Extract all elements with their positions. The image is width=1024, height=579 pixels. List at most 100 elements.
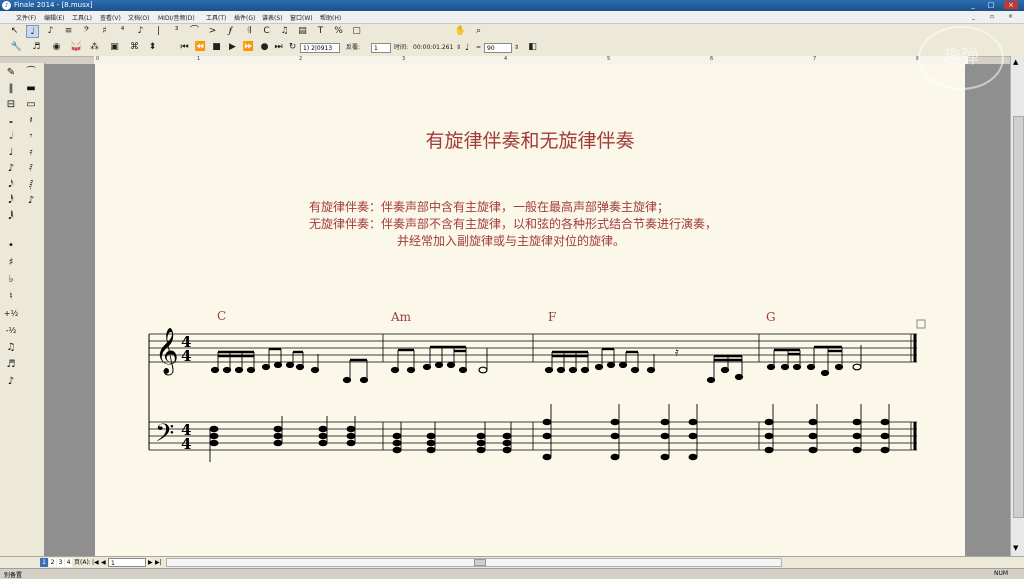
key-signature-tool-icon[interactable]: ♯ bbox=[98, 25, 111, 38]
clef-tool-icon[interactable]: 𝄢 bbox=[80, 25, 93, 38]
menu-help[interactable]: 帮助(H) bbox=[320, 13, 341, 22]
page-layout-tool-icon[interactable]: ▢ bbox=[350, 25, 363, 38]
menu-document[interactable]: 文档(O) bbox=[128, 13, 149, 22]
tempo-spinner-icon[interactable]: ⇕ bbox=[456, 43, 461, 53]
sixteenth-note-icon[interactable]: 𝅘𝅥𝅯 bbox=[2, 177, 20, 192]
mdi-restore-button[interactable]: ▫ bbox=[990, 13, 994, 20]
page-tab-2[interactable]: 2 bbox=[49, 558, 56, 567]
resize-tool-icon[interactable]: % bbox=[332, 25, 345, 38]
score-canvas[interactable]: 有旋律伴奏和无旋律伴奏 有旋律伴奏：伴奏声部中含有主旋律，一般在最高声部弹奏主旋… bbox=[44, 64, 1010, 556]
maximize-button[interactable]: □ bbox=[984, 1, 998, 9]
half-note-icon[interactable]: 𝅗𝅥 bbox=[2, 129, 20, 144]
tie-notes-icon[interactable]: ♫ bbox=[2, 340, 20, 355]
page-tab-4[interactable]: 4 bbox=[65, 558, 72, 567]
mdi-minimize-button[interactable]: _ bbox=[972, 13, 975, 20]
measure-counter-field[interactable]: 1) 2|0913 bbox=[300, 43, 340, 53]
menu-plugins[interactable]: 插件(G) bbox=[234, 13, 255, 22]
text-tool-icon[interactable]: T bbox=[314, 25, 327, 38]
close-button[interactable]: × bbox=[1004, 1, 1018, 9]
thirty-second-note-icon[interactable]: 𝅘𝅥𝅰 bbox=[2, 193, 20, 208]
stop-icon[interactable]: ■ bbox=[210, 41, 223, 54]
thirty-second-rest-icon[interactable]: 𝅀 bbox=[22, 161, 40, 176]
tuplet-tool-icon[interactable]: ³ bbox=[170, 25, 183, 38]
sharp-icon[interactable]: ♯ bbox=[2, 255, 20, 270]
menu-window[interactable]: 窗口(W) bbox=[290, 13, 313, 22]
selection-tool-icon[interactable]: ↖ bbox=[8, 25, 21, 38]
articulation-tool-icon[interactable]: > bbox=[206, 25, 219, 38]
rewind-start-icon[interactable]: ⏮ bbox=[178, 41, 191, 54]
minimize-button[interactable]: _ bbox=[966, 1, 980, 9]
eraser-icon[interactable]: ✎ bbox=[2, 65, 20, 80]
next-page-icon[interactable]: ▶ bbox=[148, 558, 153, 567]
score-notation[interactable]: 𝄞 𝄢 4 4 4 4 𝄿 bbox=[95, 64, 965, 556]
melody-measure-2[interactable] bbox=[390, 345, 488, 374]
repeat-tool-icon[interactable]: 𝄇 bbox=[242, 25, 255, 38]
lyrics-tool-icon[interactable]: ♫ bbox=[278, 25, 291, 38]
eighth-note-icon[interactable]: ♪ bbox=[2, 161, 20, 176]
record-icon[interactable]: ● bbox=[258, 41, 271, 54]
note-tool-icon[interactable]: ♪ bbox=[134, 25, 147, 38]
staff-tool-icon[interactable]: ≡ bbox=[62, 25, 75, 38]
menu-file[interactable]: 文件(F) bbox=[16, 13, 36, 22]
mixer-icon[interactable]: ◉ bbox=[50, 41, 63, 54]
graphics-tool-icon[interactable]: ▤ bbox=[296, 25, 309, 38]
menu-view[interactable]: 查看(V) bbox=[100, 13, 121, 22]
double-whole-note-icon[interactable]: ‖ bbox=[2, 81, 20, 96]
play-icon[interactable]: ▶ bbox=[226, 41, 239, 54]
time-signature-tool-icon[interactable]: ⁴ bbox=[116, 25, 129, 38]
score-page[interactable]: 有旋律伴奏和无旋律伴奏 有旋律伴奏：伴奏声部中含有主旋律，一般在最高声部弹奏主旋… bbox=[95, 64, 965, 556]
midi-tool-icon[interactable]: ⬍ bbox=[146, 41, 159, 54]
scroll-thumb[interactable] bbox=[1013, 116, 1024, 518]
breve-icon[interactable]: ⊟ bbox=[2, 97, 20, 112]
hand-grabber-icon[interactable]: ✋ bbox=[454, 25, 467, 38]
sixteenth-rest-icon[interactable]: 𝄿 bbox=[22, 145, 40, 160]
whole-rest-icon[interactable]: ▬ bbox=[22, 81, 40, 96]
page-number-field[interactable]: 1 bbox=[108, 558, 146, 567]
grace-note-icon[interactable]: ♪ bbox=[22, 193, 40, 208]
menu-edit[interactable]: 编辑(E) bbox=[44, 13, 64, 22]
menu-utilities[interactable]: 工具(L) bbox=[72, 13, 92, 22]
fast-forward-icon[interactable]: ⏩ bbox=[242, 41, 255, 54]
quarter-rest-icon[interactable]: 𝄽 bbox=[22, 113, 40, 128]
vertical-scrollbar[interactable]: ▲ ▼ bbox=[1010, 56, 1024, 556]
tie-icon[interactable]: ⁀ bbox=[22, 65, 40, 80]
tempo-stepper-icon[interactable]: ⇕ bbox=[514, 43, 519, 53]
quarter-note-icon[interactable]: ♩ bbox=[2, 145, 20, 160]
sixty-fourth-rest-icon[interactable]: 𝅁 bbox=[22, 177, 40, 192]
accompaniment-chords[interactable] bbox=[209, 404, 890, 462]
flat-icon[interactable]: ♭ bbox=[2, 272, 20, 287]
half-rest-icon[interactable]: ▭ bbox=[22, 97, 40, 112]
sixty-fourth-note-icon[interactable]: 𝅘𝅥𝅱 bbox=[2, 209, 20, 224]
mirror-tool-icon[interactable]: ▣ bbox=[108, 41, 121, 54]
playback-settings-icon[interactable]: ◧ bbox=[526, 41, 539, 54]
ossia-tool-icon[interactable]: ⌘ bbox=[128, 41, 141, 54]
half-step-up-icon[interactable]: +½ bbox=[2, 306, 20, 321]
scroll-up-icon[interactable]: ▲ bbox=[1013, 58, 1018, 66]
chord-tool-icon[interactable]: C bbox=[260, 25, 273, 38]
previous-page-icon[interactable]: ◀ bbox=[101, 558, 106, 567]
speedy-entry-tool-icon[interactable]: ♪ bbox=[44, 25, 57, 38]
percussion-icon[interactable]: 🥁 bbox=[70, 41, 83, 54]
menu-midi-audio[interactable]: MIDI/音频(D) bbox=[158, 13, 195, 22]
natural-icon[interactable]: ♮ bbox=[2, 289, 20, 304]
zoom-tool-icon[interactable]: ⌕ bbox=[472, 25, 485, 38]
scroll-down-icon[interactable]: ▼ bbox=[1013, 544, 1018, 552]
note-mover-icon[interactable]: ♬ bbox=[30, 41, 43, 54]
horizontal-scroll-thumb[interactable] bbox=[474, 559, 486, 566]
menu-staff[interactable]: 谱表(S) bbox=[262, 13, 283, 22]
forward-end-icon[interactable]: ⏭ bbox=[272, 41, 285, 54]
tempo-field[interactable]: 90 bbox=[484, 43, 512, 53]
repeat-field[interactable]: 1 bbox=[371, 43, 391, 53]
menu-tools[interactable]: 工具(T) bbox=[206, 13, 226, 22]
tuplet-entry-icon[interactable]: ♬ bbox=[2, 357, 20, 372]
last-page-icon[interactable]: ▶| bbox=[155, 558, 162, 567]
simple-entry-tool-icon[interactable]: ♩ bbox=[26, 25, 39, 38]
loop-icon[interactable]: ↻ bbox=[286, 41, 299, 54]
wrench-icon[interactable]: 🔧 bbox=[10, 41, 23, 54]
flip-stem-icon[interactable]: ♪ bbox=[2, 374, 20, 389]
special-tools-icon[interactable]: ⁂ bbox=[88, 41, 101, 54]
expression-tool-icon[interactable]: 𝆑 bbox=[224, 25, 237, 38]
melody-measure-1[interactable] bbox=[210, 347, 369, 384]
rewind-icon[interactable]: ⏪ bbox=[194, 41, 207, 54]
mdi-close-button[interactable]: × bbox=[1008, 13, 1013, 20]
